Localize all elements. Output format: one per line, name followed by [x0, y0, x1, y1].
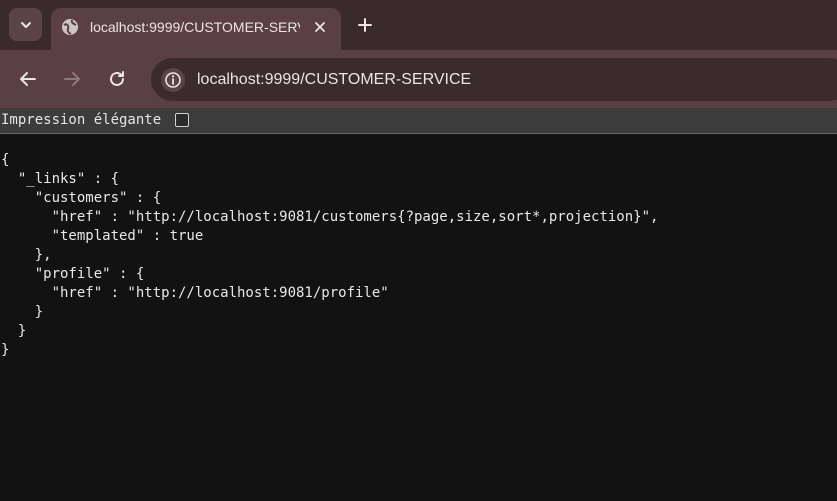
- tab-title: localhost:9999/CUSTOMER-SERVICE: [90, 19, 300, 35]
- new-tab-button[interactable]: [352, 12, 378, 38]
- json-line: }: [1, 304, 44, 320]
- address-bar[interactable]: localhost:9999/CUSTOMER-SERVICE: [151, 58, 837, 101]
- pretty-print-bar: Impression élégante: [0, 108, 837, 134]
- forward-button[interactable]: [58, 65, 86, 93]
- navigation-toolbar: localhost:9999/CUSTOMER-SERVICE: [0, 50, 837, 108]
- active-tab[interactable]: localhost:9999/CUSTOMER-SERVICE: [51, 8, 341, 50]
- plus-icon: [358, 18, 372, 32]
- url-text[interactable]: localhost:9999/CUSTOMER-SERVICE: [197, 69, 471, 90]
- reload-button[interactable]: [103, 65, 131, 93]
- json-line: {: [1, 152, 10, 168]
- json-line: "templated" : true: [1, 228, 204, 244]
- json-line: "profile" : {: [1, 266, 145, 282]
- info-icon: [165, 72, 181, 88]
- json-line: "href" : "http://localhost:9081/customer…: [1, 209, 659, 225]
- json-line: }: [1, 342, 10, 358]
- reload-icon: [110, 71, 124, 86]
- close-icon: [315, 22, 325, 32]
- pretty-print-label: Impression élégante: [1, 112, 162, 128]
- tab-strip: localhost:9999/CUSTOMER-SERVICE: [0, 0, 837, 50]
- json-line: "customers" : {: [1, 190, 162, 206]
- chevron-down-icon: [20, 21, 31, 28]
- json-line: },: [1, 247, 52, 263]
- json-line: "_links" : {: [1, 171, 120, 187]
- back-button[interactable]: [14, 65, 42, 93]
- forward-arrow-icon: [64, 72, 80, 86]
- globe-icon: [62, 19, 78, 35]
- back-arrow-icon: [20, 72, 36, 86]
- json-line: }: [1, 323, 27, 339]
- json-response-body: { "_links" : { "customers" : { "href" : …: [1, 151, 658, 360]
- tab-close-button[interactable]: [310, 17, 330, 37]
- tab-search-button[interactable]: [9, 8, 42, 41]
- site-info-button[interactable]: [161, 68, 185, 92]
- json-line: "href" : "http://localhost:9081/profile": [1, 285, 389, 301]
- pretty-print-checkbox[interactable]: [175, 113, 189, 127]
